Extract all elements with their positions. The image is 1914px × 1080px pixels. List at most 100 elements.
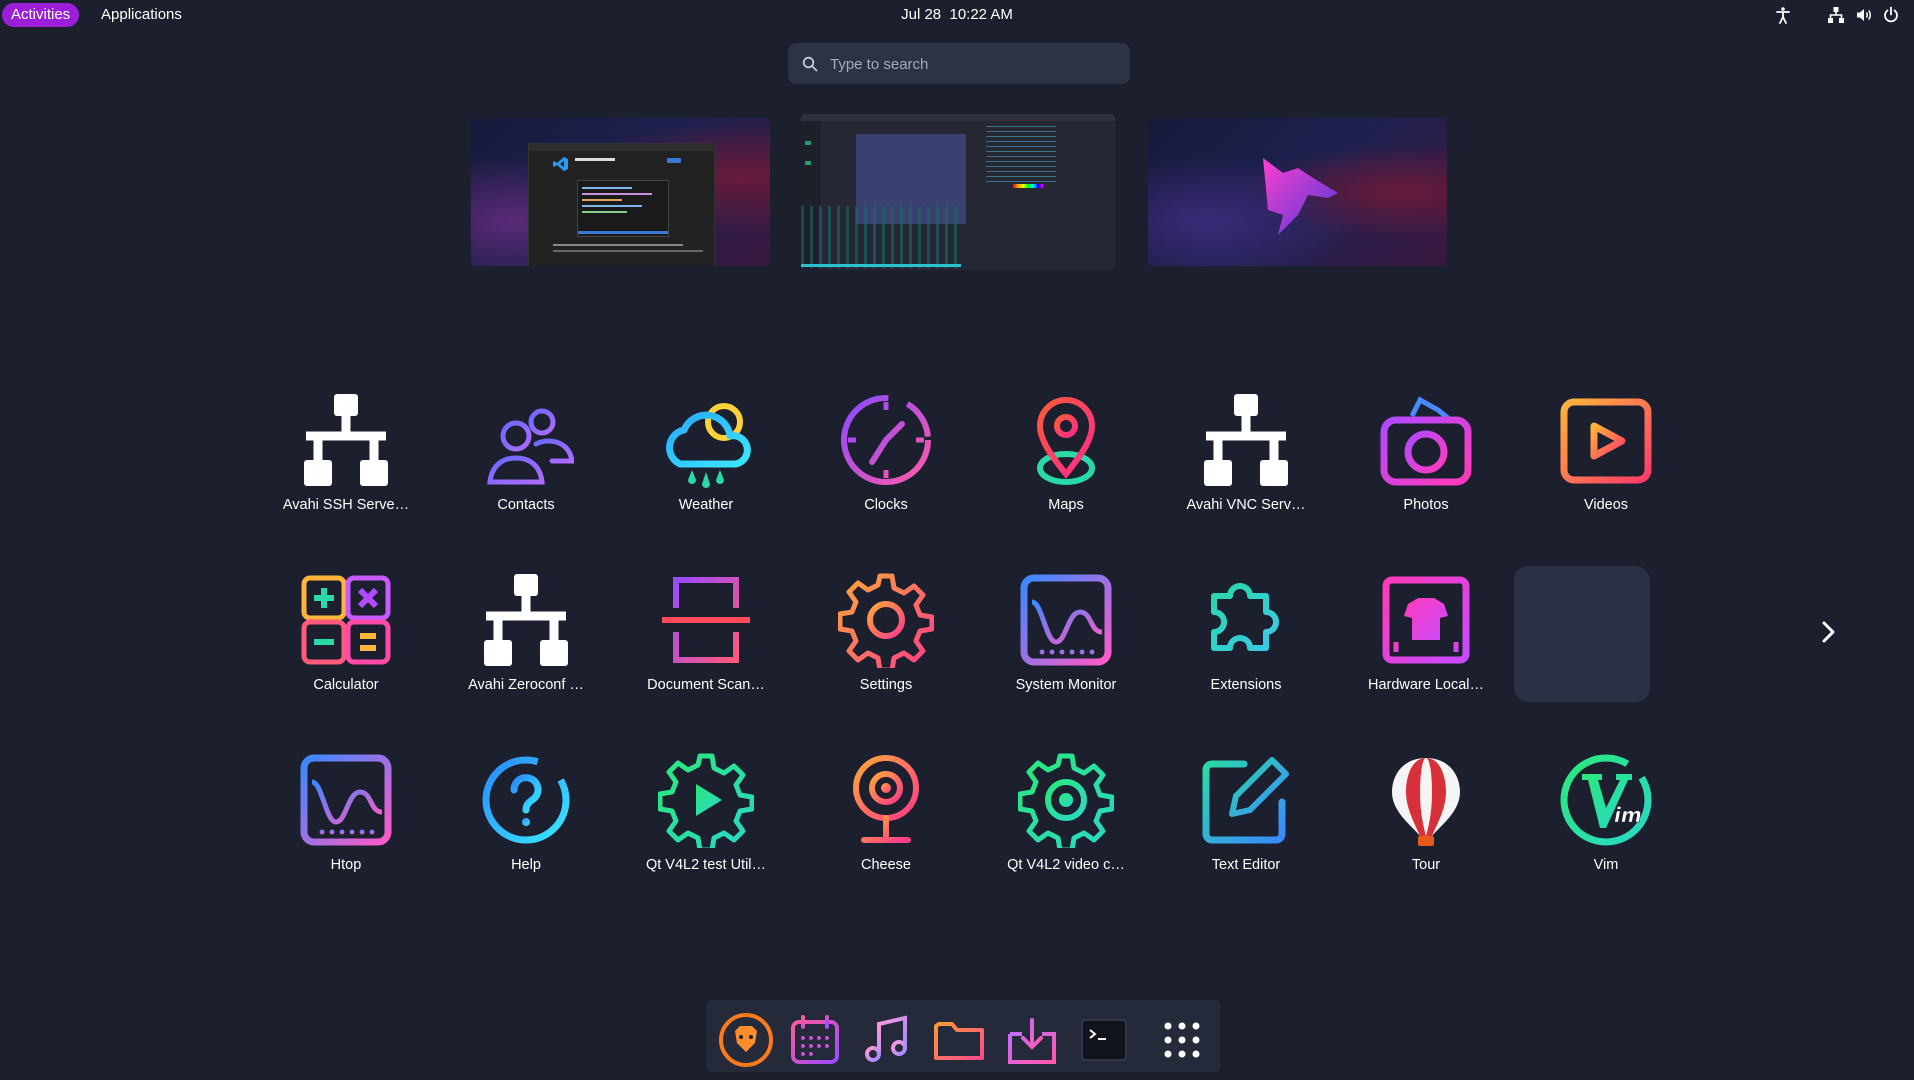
search-icon [802,56,818,72]
brave-browser-icon[interactable] [718,1012,774,1068]
app-label: Vim [1593,857,1619,873]
network-icon [304,394,388,486]
app-photos[interactable]: Photos [1351,384,1501,534]
app-vim[interactable]: im Vim [1531,744,1681,894]
activities-button[interactable]: Activities [2,3,80,27]
dash [706,1000,1220,1072]
app-avahi-vnc-serv[interactable]: Avahi VNC Serv… [1171,384,1321,534]
files-folder-icon[interactable] [931,1012,987,1068]
webcam-icon [853,755,919,843]
app-label: Qt V4L2 test Util… [645,857,767,873]
code-line [582,187,632,189]
app-extensions[interactable]: Extensions [1171,564,1321,714]
monitor-chart-icon [1020,574,1112,666]
sidebar-marker [805,161,811,165]
app-label: Maps [1048,497,1084,513]
app-label: Text Editor [1211,857,1281,873]
app-help[interactable]: Help [451,744,601,894]
app-htop[interactable]: Htop [271,744,421,894]
top-panel: Activities Applications Jul 28 10:22 AM [0,0,1914,30]
workspace-thumbnail-3[interactable] [1148,118,1447,266]
play-icon [1560,398,1652,484]
log-text [986,126,1056,186]
app-qt-v4l2-video-c[interactable]: Qt V4L2 video c… [991,744,1141,894]
app-label: Cheese [861,857,911,873]
shirt-icon [1382,576,1470,664]
show-apps-grid-icon[interactable] [1154,1012,1210,1068]
app-system-monitor[interactable]: System Monitor [991,564,1141,714]
app-label: Photos [1403,497,1449,513]
date-time: Jul 28 10:22 AM [0,4,1914,26]
search-box[interactable] [788,43,1130,86]
gear-camera-icon [1018,753,1114,848]
music-icon[interactable] [859,1012,915,1068]
app-hardware-local[interactable]: Hardware Local… [1351,564,1501,714]
app-label: Weather [678,497,734,513]
terminal-bar [801,264,961,267]
app-label: Contacts [497,497,555,513]
app-clocks[interactable]: Clocks [811,384,961,534]
app-settings[interactable]: Settings [811,564,961,714]
terminal-icon[interactable] [1076,1012,1132,1068]
calendar-icon[interactable] [787,1012,843,1068]
status-strip [578,231,668,234]
app-label: Avahi Zeroconf … [468,677,584,693]
edit-icon [1202,757,1289,844]
app-qt-v4l2-test-util[interactable]: Qt V4L2 test Util… [631,744,781,894]
app-label: Document Scan… [647,677,765,693]
app-avahi-ssh-serve[interactable]: Avahi SSH Serve… [271,384,421,534]
power-icon[interactable] [1882,6,1900,24]
clock-button[interactable]: Jul 28 10:22 AM [901,6,1013,23]
calculator-icon [301,575,391,665]
date-label: Jul 28 [901,6,942,23]
utilities-folder-bg[interactable] [1514,566,1650,702]
app-label: Avahi VNC Serv… [1186,497,1306,513]
network-icon [484,574,568,666]
window-thumbnail[interactable] [528,143,715,266]
map-pin-icon [1036,397,1096,485]
time-label: 10:22 AM [949,6,1013,23]
accessibility-icon[interactable] [1774,6,1792,24]
svg-text:im: im [1614,803,1642,827]
app-videos[interactable]: Videos [1531,384,1681,534]
app-contacts[interactable]: Contacts [451,384,601,534]
app-cheese[interactable]: Cheese [811,744,961,894]
puzzle-icon [1211,583,1279,651]
window-text-line [553,244,683,246]
scanner-icon [662,577,750,663]
applications-menu[interactable]: Applications [101,4,182,26]
code-line [582,211,627,213]
app-label: Avahi SSH Serve… [282,497,410,513]
window-titlebar [529,144,714,151]
window-text-line [553,250,703,252]
workspace-thumbnail-2[interactable] [801,114,1115,270]
network-icon [1204,394,1288,486]
search-input[interactable] [828,43,1122,86]
app-label: Help [511,857,541,873]
app-label: Tour [1411,857,1441,873]
clock-icon [841,395,931,485]
wolf-wallpaper-icon [1263,158,1338,235]
code-line [582,205,642,207]
app-label: Hardware Local… [1367,677,1485,693]
chevron-right-icon[interactable] [1816,618,1840,646]
app-avahi-zeroconf[interactable]: Avahi Zeroconf … [451,564,601,714]
app-document-scan[interactable]: Document Scan… [631,564,781,714]
monitor-chart-icon [300,754,392,846]
weather-icon [666,403,751,488]
balloon-icon [1392,758,1460,846]
app-weather[interactable]: Weather [631,384,781,534]
app-calculator[interactable]: Calculator [271,564,421,714]
app-maps[interactable]: Maps [991,384,1141,534]
app-label: System Monitor [1015,677,1117,693]
software-install-icon[interactable] [1004,1012,1060,1068]
code-preview [577,180,669,237]
network-wired-icon[interactable] [1827,6,1845,24]
app-tour[interactable]: Tour [1351,744,1501,894]
workspace-thumbnail-1[interactable] [471,118,770,266]
contacts-icon [487,408,574,485]
code-line [582,199,622,201]
camera-icon [1380,396,1472,486]
volume-icon[interactable] [1855,6,1873,24]
app-text-editor[interactable]: Text Editor [1171,744,1321,894]
